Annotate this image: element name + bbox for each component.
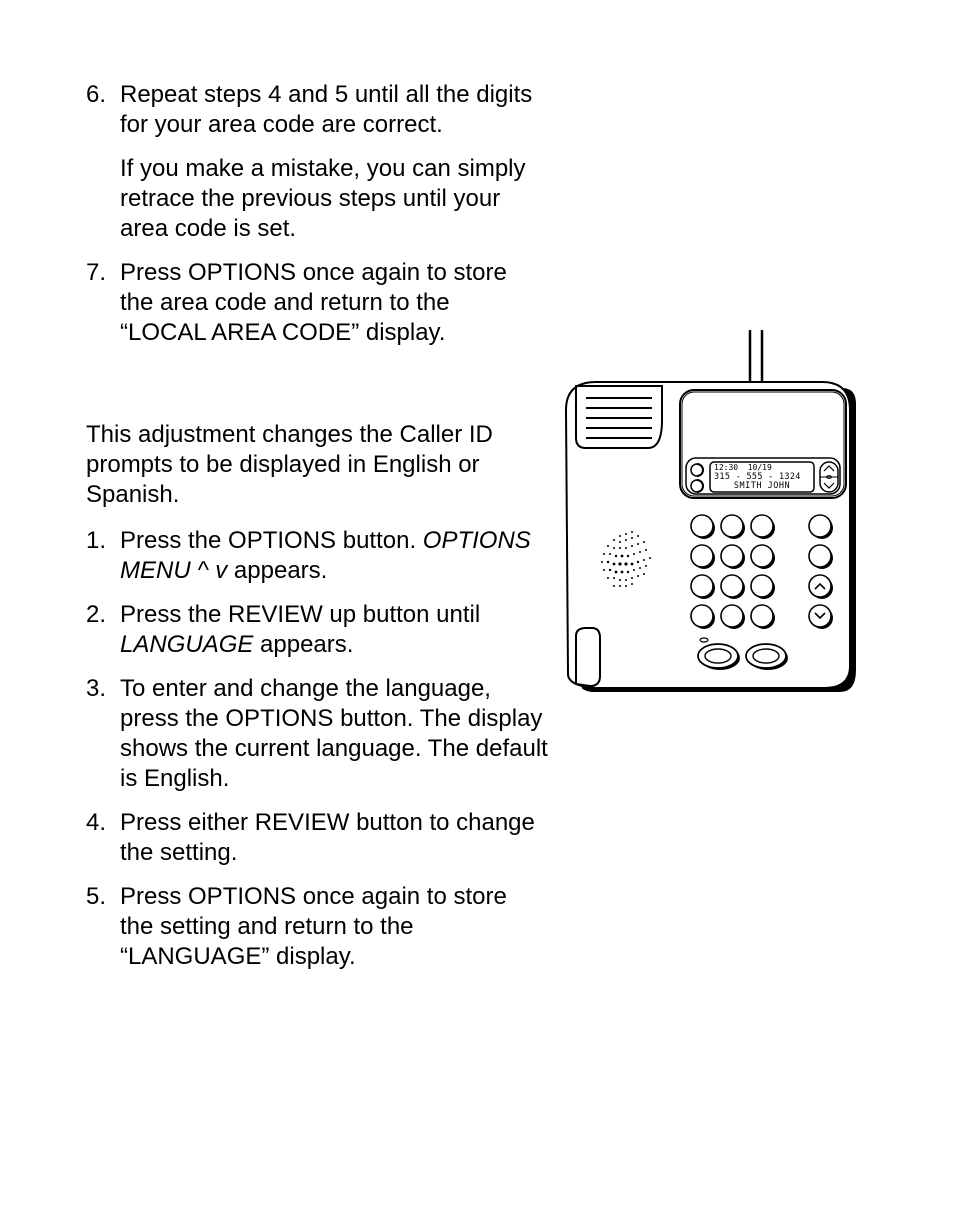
area-code-continued-list: 6. Repeat steps 4 and 5 until all the di…: [86, 80, 540, 362]
phone-body: [566, 382, 850, 688]
handset-cradle-top: [576, 386, 662, 448]
paragraph: Repeat steps 4 and 5 until all the digit…: [120, 80, 540, 140]
lcd-line3: SMITH JOHN: [734, 481, 790, 491]
chevron-down-icon: [815, 613, 825, 618]
led-icon: [700, 638, 708, 642]
list-item: 6. Repeat steps 4 and 5 until all the di…: [86, 80, 540, 258]
list-item: 1. Press the OPTIONS button. OPTIONS MEN…: [86, 526, 540, 586]
item-number: 1.: [86, 526, 120, 586]
item-number: 4.: [86, 808, 120, 868]
item-number: 5.: [86, 882, 120, 972]
list-item: 7. Press OPTIONS once again to store the…: [86, 258, 540, 362]
bottom-ovals: [698, 644, 788, 670]
item-body: Press either REVIEW button to change the…: [120, 808, 540, 868]
item-body: Press the OPTIONS button. OPTIONS MENU ^…: [120, 526, 540, 586]
text: appears.: [253, 631, 353, 658]
emphasis: LANGUAGE: [120, 631, 253, 658]
language-list: 1. Press the OPTIONS button. OPTIONS MEN…: [86, 526, 540, 972]
antenna-icon: [750, 330, 762, 386]
display-panel: [680, 390, 846, 498]
earpiece-lines-icon: [586, 398, 652, 438]
text: To enter and change the language, press …: [120, 675, 548, 792]
speaker-grille-icon: [601, 531, 651, 587]
text-column: 6. Repeat steps 4 and 5 until all the di…: [86, 80, 540, 972]
lcd-screen: [710, 462, 814, 492]
side-buttons: [809, 515, 833, 629]
item-body: Press OPTIONS once again to store the se…: [120, 882, 540, 972]
paragraph: If you make a mistake, you can simply re…: [120, 154, 540, 244]
list-item: 4. Press either REVIEW button to change …: [86, 808, 540, 868]
item-number: 7.: [86, 258, 120, 362]
item-body: To enter and change the language, press …: [120, 674, 552, 794]
text: Press the REVIEW up button until: [120, 601, 480, 628]
item-number: 2.: [86, 600, 120, 660]
item-number: 6.: [86, 80, 120, 258]
text: Press OPTIONS once again to store the se…: [120, 883, 507, 970]
phone-shadow: [582, 388, 856, 692]
display-left-buttons: [691, 464, 703, 492]
list-item: 2. Press the REVIEW up button until LANG…: [86, 600, 540, 660]
page: 6. Repeat steps 4 and 5 until all the di…: [0, 0, 954, 1215]
item-body: Press the REVIEW up button until LANGUAG…: [120, 600, 540, 660]
list-item: 5. Press OPTIONS once again to store the…: [86, 882, 540, 972]
display-lower-bezel: [686, 458, 840, 494]
paragraph: Press OPTIONS once again to store the ar…: [120, 258, 540, 348]
review-buttons-icon: [820, 462, 838, 492]
text: Press either REVIEW button to change the…: [120, 809, 535, 866]
handset-cradle-bottom: [576, 628, 600, 686]
list-item: 3. To enter and change the language, pre…: [86, 674, 552, 794]
item-body: Repeat steps 4 and 5 until all the digit…: [120, 80, 540, 258]
text: Press the OPTIONS button.: [120, 527, 423, 554]
item-body: Press OPTIONS once again to store the ar…: [120, 258, 540, 362]
text: appears.: [227, 557, 327, 584]
item-number: 3.: [86, 674, 120, 794]
keypad-icon: [691, 515, 775, 629]
chevron-up-icon: [815, 584, 825, 589]
phone-illustration: 12:30 10/19 315 - 555 - 1324 SMITH JOHN: [552, 336, 874, 716]
lcd-line2: 315 - 555 - 1324: [714, 472, 801, 482]
lcd-line1: 12:30 10/19: [714, 463, 772, 472]
language-intro: This adjustment changes the Caller ID pr…: [86, 420, 540, 510]
display-bezel: [682, 392, 844, 496]
